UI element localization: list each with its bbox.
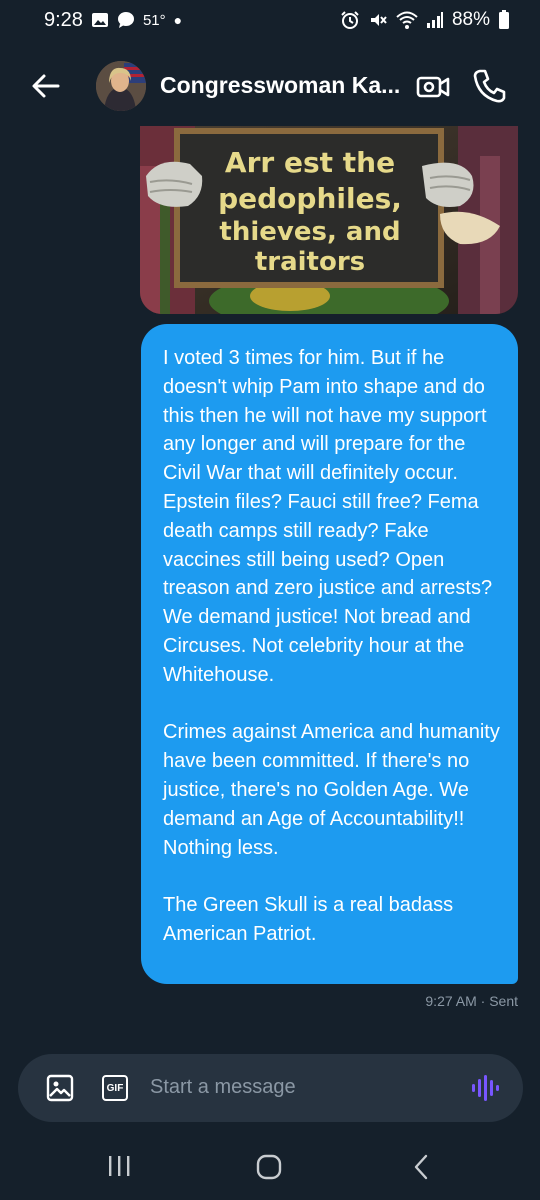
status-bar: 9:28 51° ● 88% [0, 0, 540, 40]
gif-label: GIF [106, 1082, 124, 1094]
battery-icon [499, 10, 509, 29]
gif-button[interactable]: GIF [102, 1075, 128, 1101]
home-icon[interactable] [256, 1154, 282, 1180]
avatar[interactable] [96, 61, 146, 111]
video-camera-icon[interactable] [416, 70, 450, 104]
chat-bubble-icon [117, 12, 134, 28]
conversation-title[interactable]: Congresswoman Ka... [160, 72, 400, 99]
mute-icon [370, 14, 387, 26]
image-message[interactable]: Arr est the pedophiles, thieves, and tra… [140, 126, 518, 314]
message-paragraph: I voted 3 times for him. But if he doesn… [163, 347, 493, 686]
system-nav-bar [0, 1130, 540, 1200]
sign-image: Arr est the pedophiles, thieves, and tra… [140, 126, 518, 314]
message-paragraph: The Green Skull is a real badass America… [163, 894, 454, 945]
status-time: 9:28 [44, 8, 83, 31]
signal-icon [426, 12, 443, 28]
status-temperature: 51° [142, 11, 166, 29]
message-timestamp: 9:27 AM · Sent [425, 993, 518, 1009]
sign-line-3: thieves, and [219, 217, 400, 247]
message-input[interactable] [150, 1076, 450, 1099]
sign-line-4: traitors [255, 247, 365, 277]
nav-back-icon[interactable] [410, 1154, 432, 1180]
back-arrow-icon[interactable] [30, 70, 62, 102]
sign-line-2: pedophiles, [218, 182, 402, 215]
image-attach-icon[interactable] [46, 1074, 74, 1102]
alarm-icon [341, 11, 359, 29]
sign-line-1: Arr est the [225, 146, 395, 179]
recent-apps-icon[interactable] [106, 1154, 132, 1178]
gallery-icon [91, 13, 108, 27]
message-composer: GIF [18, 1054, 523, 1122]
wifi-icon [396, 11, 418, 29]
message-paragraph: Crimes against America and humanity have… [163, 721, 500, 859]
battery-percent: 88% [451, 9, 490, 30]
phone-icon[interactable] [472, 68, 506, 104]
sent-message-bubble[interactable]: I voted 3 times for him. But if he doesn… [141, 324, 518, 984]
conversation-header: Congresswoman Ka... [0, 48, 540, 128]
status-dot-icon: ● [173, 12, 183, 28]
voice-message-icon[interactable] [470, 1073, 500, 1103]
